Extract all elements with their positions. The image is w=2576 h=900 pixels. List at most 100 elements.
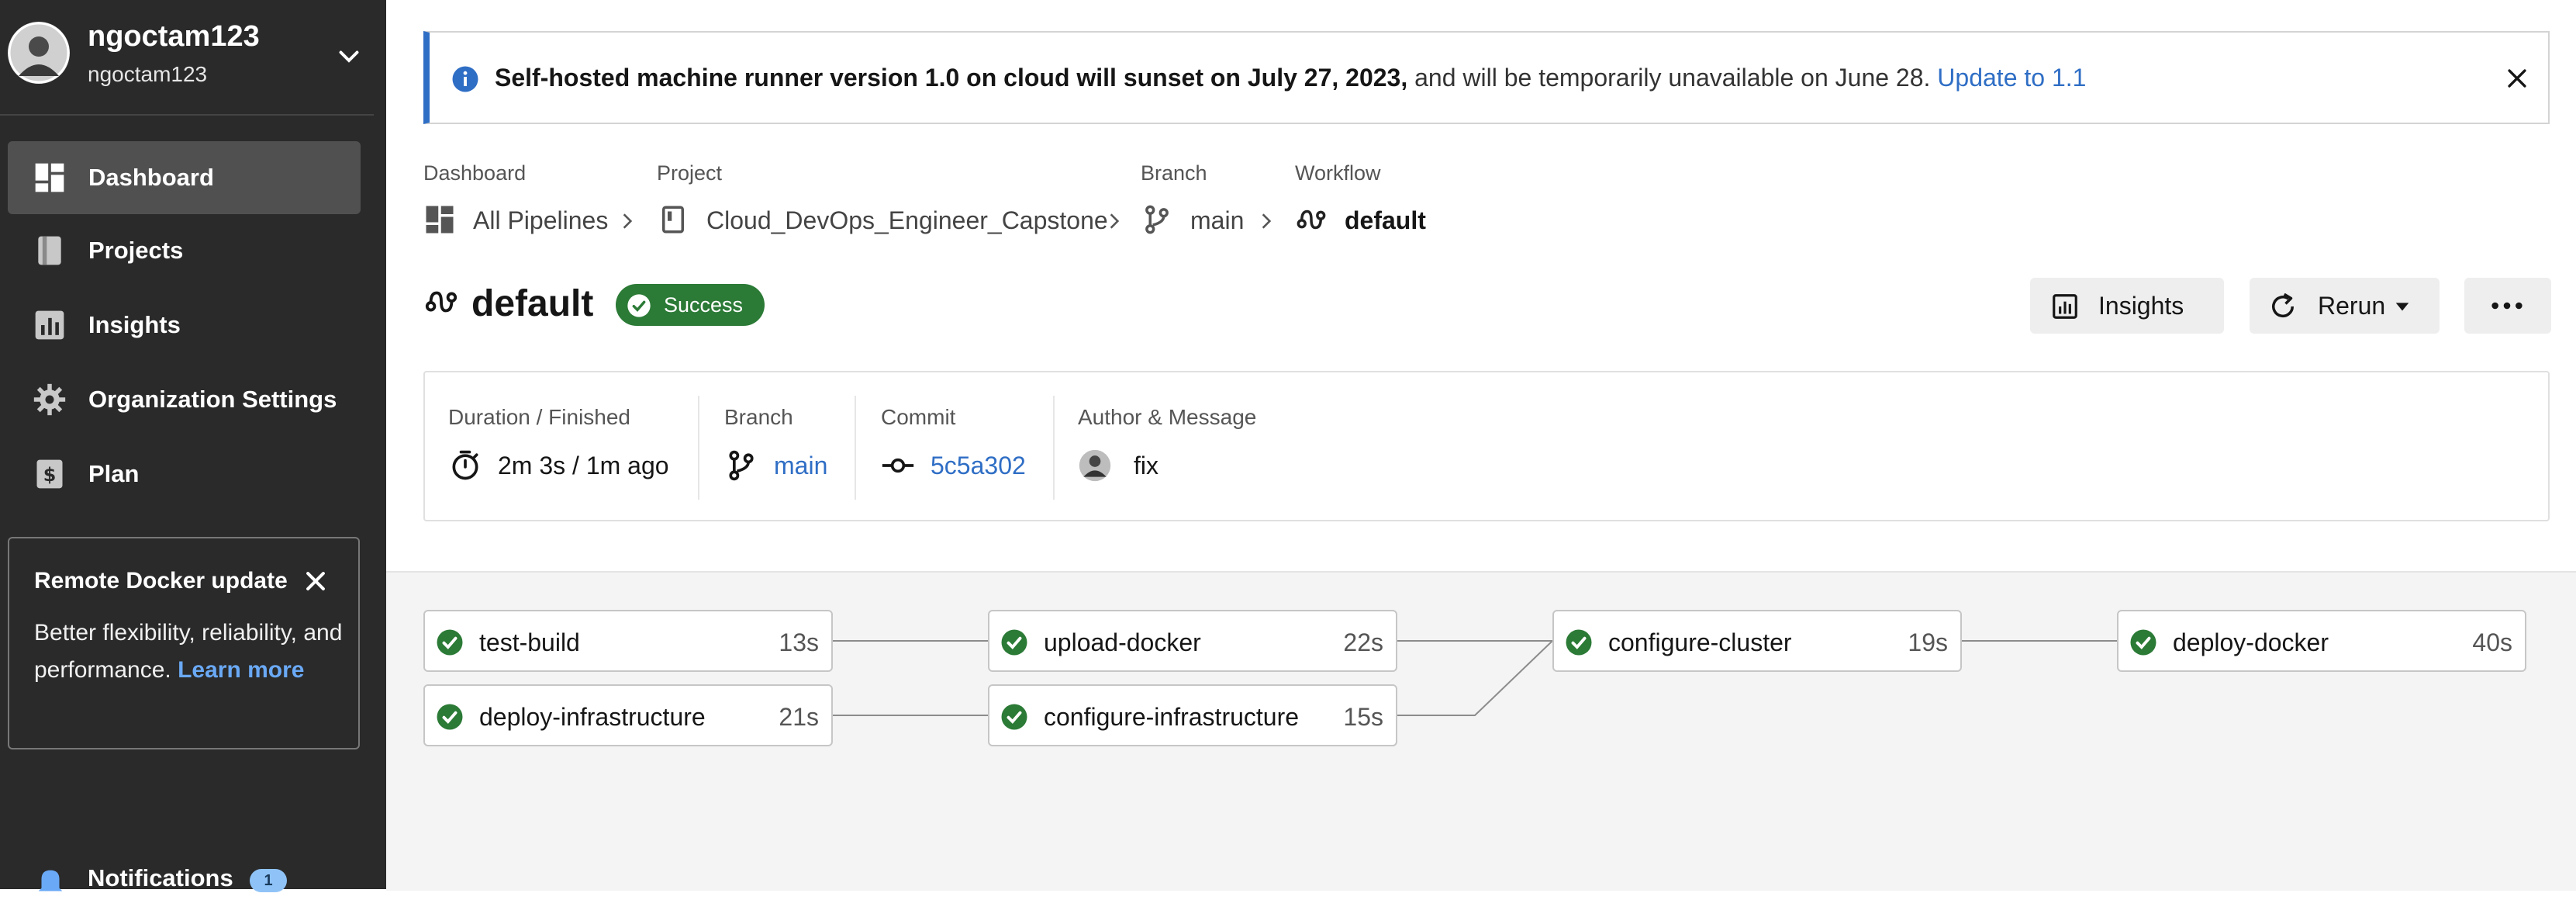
- duration-heading: Duration / Finished: [448, 405, 631, 429]
- pipeline-graph: test-build 13s deploy-infrastructure 21s…: [386, 571, 2576, 891]
- job-deploy-docker[interactable]: deploy-docker 40s: [2117, 610, 2526, 672]
- insights-icon: [35, 310, 64, 340]
- bell-icon: [38, 870, 63, 891]
- notifications-label: Notifications: [88, 864, 233, 891]
- job-name: deploy-docker: [2173, 628, 2329, 656]
- insights-icon: [2053, 294, 2077, 319]
- author-avatar: [1079, 449, 1111, 482]
- sidebar-item-organization-settings[interactable]: Organization Settings: [8, 363, 361, 436]
- summary-divider: [1053, 396, 1055, 500]
- sidebar-item-label: Plan: [88, 460, 140, 487]
- workflow-icon: [425, 291, 458, 313]
- job-name: test-build: [479, 628, 580, 656]
- job-name: upload-docker: [1044, 628, 1201, 656]
- duration-value: 2m 3s / 1m ago: [498, 452, 669, 479]
- job-deploy-infrastructure[interactable]: deploy-infrastructure 21s: [423, 684, 833, 746]
- success-check-icon: [437, 704, 463, 730]
- success-check-icon: [1566, 629, 1592, 656]
- job-name: configure-infrastructure: [1044, 703, 1300, 731]
- card-title: Remote Docker update: [34, 568, 288, 594]
- rerun-button-label: Rerun: [2318, 292, 2386, 320]
- chevron-right-icon: [623, 213, 633, 229]
- banner-bold-text: Self-hosted machine runner version 1.0 o…: [495, 64, 1408, 92]
- check-circle-icon: [627, 294, 651, 317]
- sidebar-item-dashboard[interactable]: Dashboard: [8, 141, 361, 214]
- close-icon[interactable]: [2504, 65, 2530, 92]
- status-label: Success: [664, 293, 744, 317]
- close-icon[interactable]: [302, 568, 329, 594]
- page-title: default: [471, 283, 594, 324]
- breadcrumb-all-pipelines[interactable]: All Pipelines: [473, 206, 608, 235]
- job-name: configure-cluster: [1608, 628, 1792, 656]
- status-badge: Success: [616, 284, 765, 326]
- commit-link[interactable]: 5c5a302: [931, 452, 1026, 480]
- job-name: deploy-infrastructure: [479, 703, 706, 731]
- more-horizontal-icon: [2491, 302, 2522, 310]
- sidebar-item-label: Dashboard: [88, 164, 214, 191]
- success-check-icon: [1001, 704, 1027, 730]
- sunset-banner: Self-hosted machine runner version 1.0 o…: [423, 31, 2550, 124]
- sidebar: ngoctam123 ngoctam123 Dashboard Projects…: [0, 0, 386, 892]
- chevron-down-icon[interactable]: [335, 42, 363, 70]
- branch-icon: [729, 450, 754, 481]
- job-duration: 13s: [779, 628, 819, 656]
- banner-message: Self-hosted machine runner version 1.0 o…: [495, 64, 2086, 92]
- rerun-icon: [2272, 292, 2295, 318]
- insights-button[interactable]: Insights: [2030, 278, 2224, 334]
- success-check-icon: [2130, 629, 2156, 656]
- branch-icon: [1145, 205, 1169, 234]
- sidebar-item-projects[interactable]: Projects: [8, 214, 361, 287]
- job-duration: 15s: [1343, 703, 1383, 731]
- sidebar-item-notifications[interactable]: Notifications 1: [0, 853, 386, 892]
- more-options-button[interactable]: [2464, 278, 2551, 334]
- sidebar-item-insights[interactable]: Insights: [8, 289, 361, 362]
- breadcrumb-project[interactable]: Cloud_DevOps_Engineer_Capstone: [706, 206, 1108, 235]
- main-content: Self-hosted machine runner version 1.0 o…: [386, 0, 2576, 891]
- remote-docker-update-card: Remote Docker update Better flexibility,…: [8, 537, 360, 749]
- dollar-icon: $: [36, 459, 63, 489]
- commit-heading: Commit: [881, 405, 956, 429]
- organization-name: ngoctam123: [88, 62, 208, 86]
- profile-switcher[interactable]: ngoctam123 ngoctam123: [0, 0, 386, 115]
- sidebar-item-label: Organization Settings: [88, 386, 337, 413]
- job-test-build[interactable]: test-build 13s: [423, 610, 833, 672]
- username: ngoctam123: [88, 20, 260, 53]
- job-configure-infrastructure[interactable]: configure-infrastructure 15s: [988, 684, 1397, 746]
- breadcrumb-workflow[interactable]: default: [1345, 206, 1426, 235]
- project-book-icon: [662, 206, 684, 234]
- commit-icon: [882, 458, 914, 473]
- chevron-right-icon: [1110, 213, 1120, 229]
- breadcrumb-branch[interactable]: main: [1190, 206, 1244, 235]
- summary-divider: [855, 396, 856, 500]
- breadcrumb-workflow-heading: Workflow: [1295, 161, 1381, 185]
- breadcrumb-branch-heading: Branch: [1141, 161, 1207, 185]
- workflow-summary: Duration / Finished 2m 3s / 1m ago Branc…: [423, 371, 2550, 521]
- learn-more-link[interactable]: Learn more: [178, 657, 304, 683]
- job-configure-cluster[interactable]: configure-cluster 19s: [1552, 610, 1962, 672]
- job-duration: 21s: [779, 703, 819, 731]
- author-heading: Author & Message: [1078, 405, 1257, 429]
- sidebar-divider: [0, 114, 374, 116]
- sidebar-item-plan[interactable]: $ Plan: [8, 438, 361, 511]
- insights-button-label: Insights: [2098, 292, 2184, 320]
- job-upload-docker[interactable]: upload-docker 22s: [988, 610, 1397, 672]
- success-check-icon: [1001, 629, 1027, 656]
- job-duration: 22s: [1343, 628, 1383, 656]
- breadcrumb-project-heading: Project: [657, 161, 723, 185]
- branch-link[interactable]: main: [774, 452, 827, 480]
- sidebar-item-label: Insights: [88, 311, 181, 338]
- update-link[interactable]: Update to 1.1: [1937, 64, 2086, 92]
- stopwatch-icon: [452, 450, 478, 480]
- caret-down-icon: [2395, 303, 2409, 311]
- dashboard-icon: [35, 163, 64, 192]
- avatar: [8, 22, 70, 84]
- workflow-icon: [1297, 209, 1326, 230]
- job-duration: 19s: [1908, 628, 1948, 656]
- commit-message: fix: [1134, 452, 1159, 479]
- banner-text: and will be temporarily unavailable on J…: [1407, 64, 1938, 92]
- job-duration: 40s: [2472, 628, 2512, 656]
- info-icon: [452, 66, 478, 92]
- rerun-button[interactable]: Rerun: [2250, 278, 2440, 334]
- summary-divider: [698, 396, 699, 500]
- breadcrumb-dashboard-heading: Dashboard: [423, 161, 527, 185]
